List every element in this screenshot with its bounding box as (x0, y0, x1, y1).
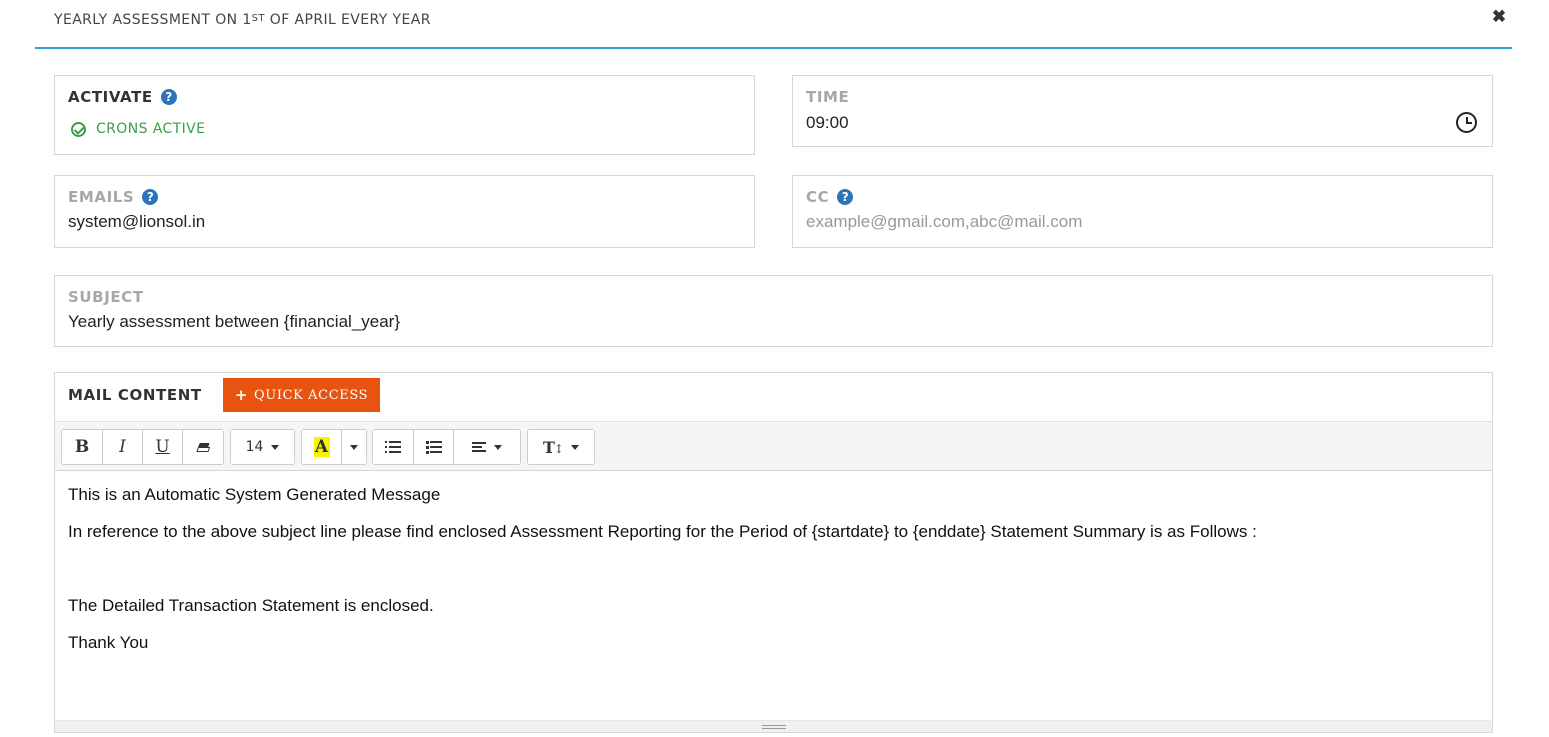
cc-label-row: CC ? (806, 188, 854, 206)
time-label-row: TIME (806, 88, 849, 106)
close-icon[interactable]: ✖ (1490, 8, 1508, 26)
subject-label-row: SUBJECT (68, 288, 144, 306)
chevron-down-icon (570, 444, 579, 450)
unordered-list-icon (385, 440, 401, 454)
emails-panel: EMAILS ? (54, 175, 755, 248)
color-group: A (301, 429, 367, 465)
subject-panel: SUBJECT (54, 275, 1493, 347)
font-size-dropdown[interactable]: 14 (231, 430, 294, 464)
ordered-list-button[interactable] (414, 430, 454, 464)
quick-access-button[interactable]: + QUICK ACCESS (223, 378, 380, 412)
ordered-list-icon (425, 440, 442, 454)
activate-label-row: ACTIVATE ? (68, 88, 177, 106)
mail-content-label: MAIL CONTENT (68, 386, 202, 404)
crons-status-toggle[interactable]: CRONS ACTIVE (71, 121, 205, 137)
modal-title-prefix: YEARLY ASSESSMENT ON 1 (54, 12, 252, 28)
text-height-arrow: ↕ (553, 441, 564, 456)
time-panel: TIME (792, 75, 1493, 147)
subject-input[interactable] (68, 312, 1479, 332)
highlight-color-button[interactable]: A (302, 430, 342, 464)
editor-toolbar: B I U 14 A T↕ (55, 421, 1492, 471)
chevron-down-icon (350, 444, 358, 450)
chevron-down-icon (271, 444, 280, 450)
time-label: TIME (806, 88, 850, 106)
italic-button[interactable]: I (103, 430, 143, 464)
check-circle-icon (71, 121, 86, 137)
crons-status-text: CRONS ACTIVE (96, 121, 206, 137)
editor-resize-handle[interactable] (55, 720, 1492, 732)
modal-title-sup: ST (251, 13, 265, 24)
cc-input[interactable] (806, 212, 1479, 232)
emails-label: EMAILS (68, 188, 135, 206)
activate-help-icon[interactable]: ? (160, 89, 177, 105)
modal-header: YEARLY ASSESSMENT ON 1ST OF APRIL EVERY … (35, 0, 1512, 49)
emails-label-row: EMAILS ? (68, 188, 159, 206)
mail-content-header: MAIL CONTENT + QUICK ACCESS (55, 373, 1492, 421)
mail-body-line: The Detailed Transaction Statement is en… (68, 596, 434, 615)
modal-title: YEARLY ASSESSMENT ON 1ST OF APRIL EVERY … (54, 12, 431, 28)
font-style-group: B I U (61, 429, 224, 465)
align-left-icon (472, 441, 486, 453)
cc-panel: CC ? (792, 175, 1493, 248)
plus-icon: + (234, 386, 249, 404)
paragraph-align-dropdown[interactable] (454, 430, 520, 464)
cc-help-icon[interactable]: ? (837, 189, 854, 205)
mail-body-line: This is an Automatic System Generated Me… (68, 485, 441, 504)
clock-icon[interactable] (1456, 112, 1477, 133)
time-input[interactable] (806, 113, 1479, 133)
text-height-icon: T↕ (543, 437, 564, 457)
font-size-group: 14 (230, 429, 295, 465)
emails-help-icon[interactable]: ? (142, 189, 159, 205)
mail-body-blank-line (68, 559, 1479, 579)
emails-input[interactable] (68, 212, 741, 232)
font-size-value: 14 (245, 439, 264, 455)
eraser-icon (196, 442, 210, 452)
activate-panel: ACTIVATE ? CRONS ACTIVE (54, 75, 755, 155)
cc-label: CC (806, 188, 830, 206)
highlight-icon: A (313, 437, 330, 457)
modal-title-suffix: OF APRIL EVERY YEAR (264, 12, 431, 28)
text-height-letter: T (543, 437, 555, 457)
chevron-down-icon (494, 444, 502, 450)
mail-body-line: Thank You (68, 633, 149, 652)
bold-button[interactable]: B (62, 430, 103, 464)
paragraph-group (372, 429, 521, 465)
quick-access-label: QUICK ACCESS (254, 387, 369, 403)
activate-label: ACTIVATE (68, 88, 153, 106)
clear-format-button[interactable] (183, 430, 223, 464)
mail-content-editor[interactable]: This is an Automatic System Generated Me… (55, 471, 1492, 721)
underline-button[interactable]: U (143, 430, 183, 464)
mail-content-panel: MAIL CONTENT + QUICK ACCESS B I U 14 A T… (54, 372, 1493, 733)
line-height-group: T↕ (527, 429, 595, 465)
line-height-dropdown[interactable]: T↕ (528, 430, 594, 464)
mail-body-line: In reference to the above subject line p… (68, 522, 1257, 541)
unordered-list-button[interactable] (373, 430, 414, 464)
subject-label: SUBJECT (68, 288, 144, 306)
color-dropdown-button[interactable] (342, 430, 366, 464)
